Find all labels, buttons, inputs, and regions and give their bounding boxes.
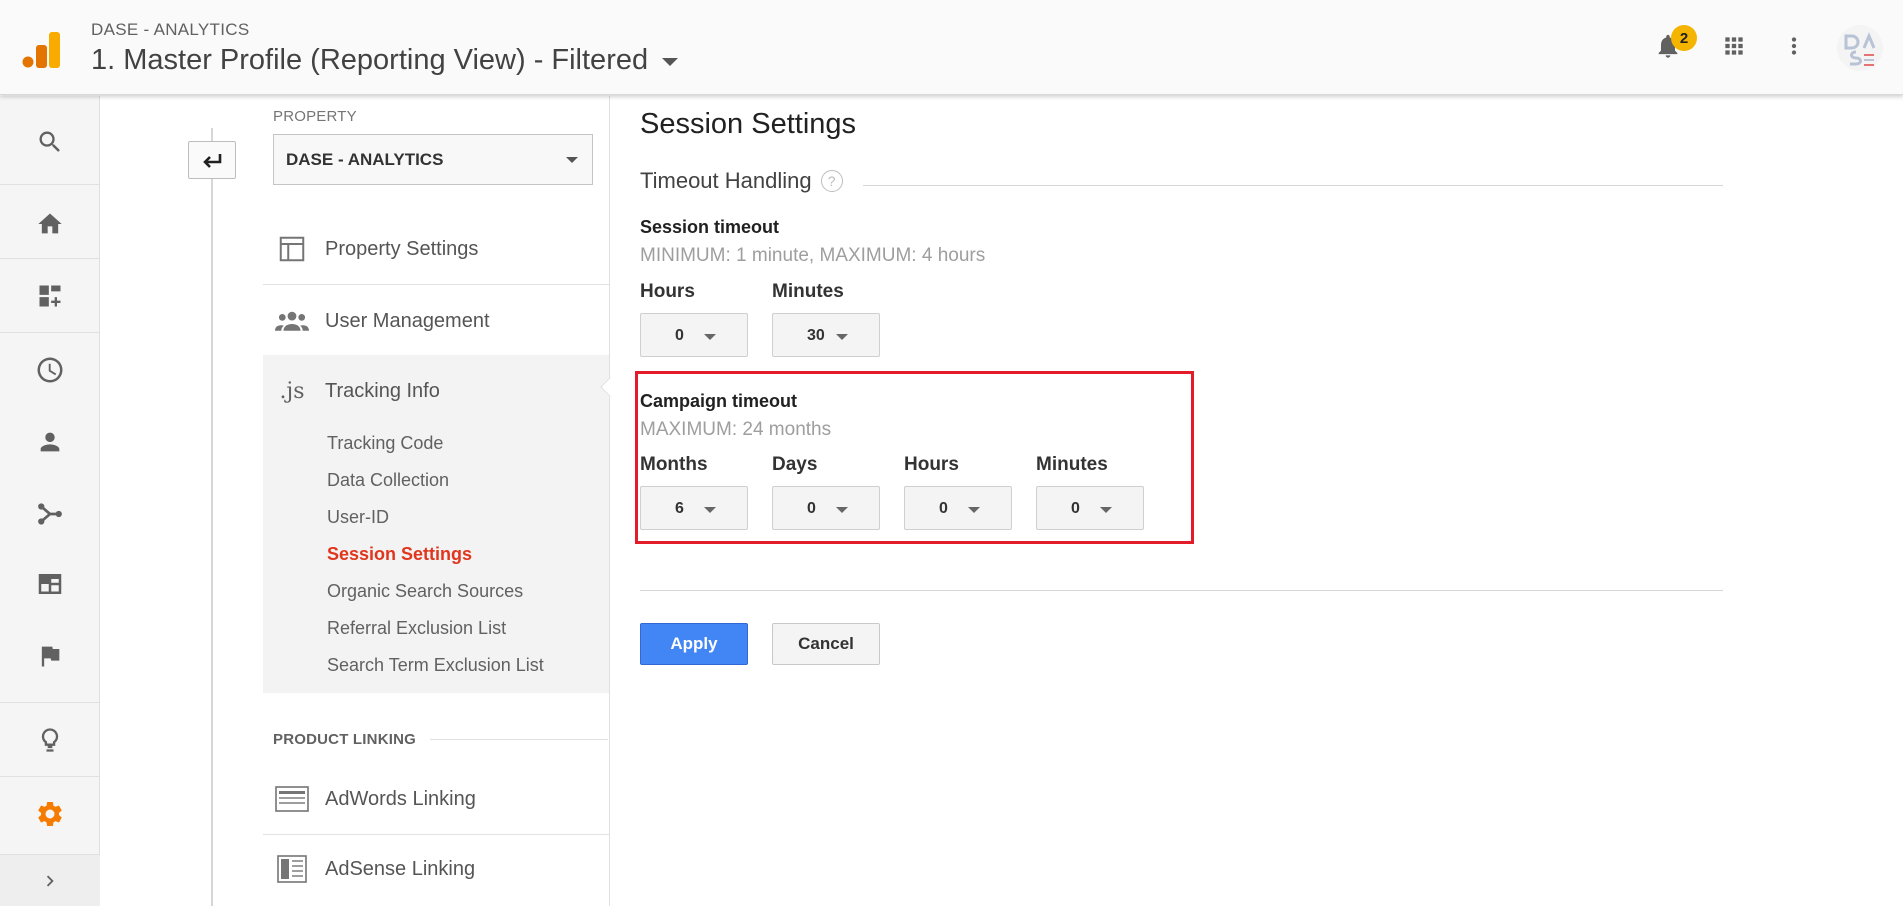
sub-item-organic-search-sources[interactable]: Organic Search Sources (327, 581, 523, 602)
page-title: Session Settings (640, 108, 857, 140)
view-selector[interactable]: 1. Master Profile (Reporting View) - Fil… (91, 44, 679, 77)
property-selector[interactable]: DASE - ANALYTICS (273, 134, 593, 185)
session-timeout-title: Session timeout (640, 217, 780, 237)
acquisition-icon[interactable] (0, 484, 100, 544)
left-rail (0, 96, 100, 906)
session-timeout-range: MINIMUM: 1 minute, MAXIMUM: 4 hours (640, 245, 986, 266)
nav-item-property-settings[interactable]: Property Settings (263, 214, 610, 284)
nav-item-label: AdWords Linking (325, 787, 476, 810)
app-header: DASE - ANALYTICS 1. Master Profile (Repo… (0, 0, 1903, 95)
nav-divider (263, 284, 610, 285)
chevron-down-icon (704, 334, 716, 340)
chevron-down-icon (836, 507, 848, 513)
nav-item-adsense-linking[interactable]: AdSense Linking (263, 834, 610, 904)
back-button[interactable] (188, 141, 236, 179)
section-rule (430, 739, 608, 740)
chevron-down-icon (662, 57, 679, 66)
campaign-minutes-select[interactable]: 0 (1036, 486, 1144, 530)
apply-button[interactable]: Apply (640, 623, 748, 665)
select-value: 0 (939, 500, 948, 517)
campaign-months-label: Months (640, 454, 708, 475)
sub-item-user-id[interactable]: User-ID (327, 507, 389, 528)
session-hours-label: Hours (640, 281, 695, 302)
more-vert-icon[interactable] (1776, 28, 1812, 64)
session-minutes-select[interactable]: 30 (772, 313, 880, 357)
nav-item-label: Property Settings (325, 237, 479, 260)
sub-item-referral-exclusion-list[interactable]: Referral Exclusion List (327, 618, 506, 639)
rail-divider (0, 776, 100, 777)
rail-divider (0, 332, 100, 333)
cancel-button[interactable]: Cancel (772, 623, 880, 665)
select-value: 0 (1071, 500, 1080, 517)
section-title: Timeout Handling (640, 168, 812, 193)
admin-gear-icon[interactable] (0, 784, 100, 844)
property-settings-icon (275, 234, 309, 264)
form-divider (640, 590, 1723, 591)
chevron-down-icon (968, 507, 980, 513)
campaign-minutes-label: Minutes (1036, 454, 1108, 475)
chevron-down-icon (1100, 507, 1112, 513)
audience-icon[interactable] (0, 412, 100, 472)
nav-item-label: Tracking Info (325, 379, 440, 402)
back-arrow-icon (203, 154, 222, 168)
nav-item-adwords-linking[interactable]: AdWords Linking (263, 764, 610, 834)
sub-item-session-settings[interactable]: Session Settings (327, 544, 472, 565)
campaign-days-select[interactable]: 0 (772, 486, 880, 530)
product-linking-label: PRODUCT LINKING (273, 731, 416, 748)
campaign-months-select[interactable]: 6 (640, 486, 748, 530)
select-value: 6 (675, 500, 684, 517)
adwords-linking-icon (275, 784, 309, 814)
conversions-flag-icon[interactable] (0, 626, 100, 686)
realtime-icon[interactable] (0, 340, 100, 400)
campaign-timeout-range: MAXIMUM: 24 months (640, 419, 832, 440)
view-title: 1. Master Profile (Reporting View) - Fil… (91, 44, 649, 76)
campaign-days-label: Days (772, 454, 818, 475)
property-value: DASE - ANALYTICS (286, 149, 444, 169)
help-icon[interactable]: ? (820, 170, 843, 192)
analytics-logo[interactable] (22, 30, 62, 70)
sub-item-data-collection[interactable]: Data Collection (327, 470, 449, 491)
property-label: PROPERTY (273, 108, 357, 125)
account-avatar[interactable] (1836, 24, 1884, 72)
chevron-down-icon (566, 157, 578, 163)
nav-item-label: User Management (325, 309, 490, 332)
behavior-icon[interactable] (0, 554, 100, 614)
expand-rail-button[interactable] (0, 854, 100, 906)
sub-item-search-term-exclusion-list[interactable]: Search Term Exclusion List (327, 655, 544, 676)
session-hours-select[interactable]: 0 (640, 313, 748, 357)
rail-divider (0, 184, 100, 185)
campaign-hours-select[interactable]: 0 (904, 486, 1012, 530)
select-value: 0 (675, 327, 684, 344)
chevron-down-icon (836, 334, 848, 340)
nav-item-user-management[interactable]: User Management (263, 286, 610, 356)
hierarchy-line (211, 128, 213, 906)
users-icon (275, 306, 309, 336)
apps-grid-icon[interactable] (1716, 28, 1752, 64)
product-linking-header: PRODUCT LINKING (273, 731, 608, 748)
session-minutes-label: Minutes (772, 281, 844, 302)
nav-item-label: AdSense Linking (325, 857, 476, 880)
js-icon: .js (279, 378, 305, 404)
chevron-right-icon (46, 875, 54, 886)
chevron-down-icon (704, 507, 716, 513)
select-value: 0 (807, 500, 816, 517)
customization-icon[interactable] (0, 266, 100, 326)
select-value: 30 (807, 327, 825, 344)
column-divider (609, 96, 610, 906)
account-name: DASE - ANALYTICS (91, 20, 250, 39)
sub-item-tracking-code[interactable]: Tracking Code (327, 433, 443, 454)
campaign-timeout-title: Campaign timeout (640, 391, 798, 411)
timeout-handling-heading: Timeout Handling ? (640, 168, 843, 194)
notification-badge[interactable]: 2 (1671, 25, 1697, 51)
campaign-hours-label: Hours (904, 454, 959, 475)
search-icon[interactable] (0, 112, 100, 172)
discover-lightbulb-icon[interactable] (0, 710, 100, 770)
rail-divider (0, 702, 100, 703)
nav-item-tracking-info[interactable]: .js Tracking Info (263, 356, 610, 426)
adsense-linking-icon (275, 854, 309, 884)
home-icon[interactable] (0, 194, 100, 254)
section-rule (863, 185, 1723, 186)
rail-divider (0, 258, 100, 259)
